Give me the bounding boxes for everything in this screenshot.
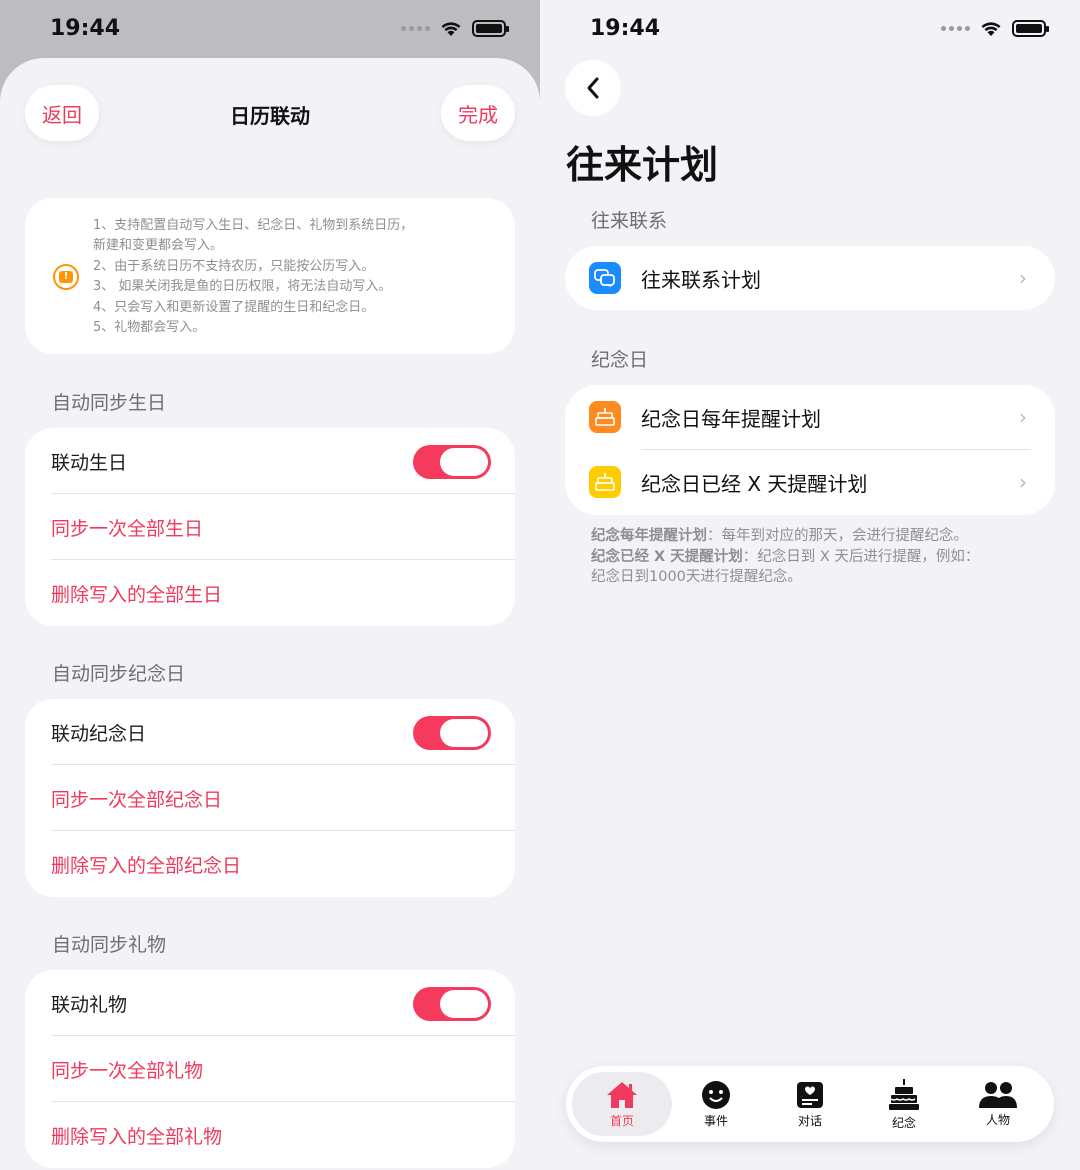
status-bar: 19:44: [0, 0, 540, 60]
note-text: ：纪念日到 X 天后进行提醒，例如：: [742, 548, 980, 565]
done-button[interactable]: 完成: [441, 85, 515, 141]
note-text: 纪念日到1000天进行提醒纪念。: [591, 569, 802, 585]
status-bar: 19:44: [540, 0, 1080, 60]
tab-events[interactable]: 事件: [666, 1072, 766, 1136]
sync-all-birthdays-button[interactable]: 同步一次全部生日: [51, 494, 489, 560]
anniversary-days-row[interactable]: 纪念日已经 X 天提醒计划 ›: [565, 450, 1055, 514]
page-title: 往来计划: [566, 143, 719, 187]
people-icon: [979, 1081, 1017, 1108]
section-header-anniversary: 纪念日: [591, 349, 649, 371]
contacts-card: 往来联系计划 ›: [565, 246, 1055, 310]
status-icons: [941, 20, 1049, 37]
status-time: 19:44: [50, 16, 121, 41]
chat-bubbles-icon: [589, 262, 621, 294]
theater-masks-icon: [702, 1080, 730, 1109]
link-anniversary-label: 联动纪念日: [51, 722, 147, 745]
anniversary-days-label: 纪念日已经 X 天提醒计划: [641, 471, 868, 496]
link-birthday-toggle[interactable]: [413, 445, 491, 479]
note-term: 纪念已经 X 天提醒计划: [591, 548, 743, 565]
gift-sync-card: 联动礼物 同步一次全部礼物 删除写入的全部礼物: [25, 970, 515, 1168]
link-gift-toggle[interactable]: [413, 987, 491, 1021]
link-gift-label: 联动礼物: [51, 993, 128, 1016]
tab-label: 首页: [609, 1113, 634, 1128]
sync-all-anniversaries-button[interactable]: 同步一次全部纪念日: [51, 765, 489, 831]
link-anniversary-toggle[interactable]: [413, 716, 491, 750]
tab-label: 事件: [703, 1113, 728, 1128]
back-button[interactable]: [565, 60, 621, 116]
section-header-birthday: 自动同步生日: [52, 392, 167, 414]
anniversary-sync-card: 联动纪念日 同步一次全部纪念日 删除写入的全部纪念日: [25, 699, 515, 897]
info-line: 2、由于系统日历不支持农历，只能按公历写入。: [93, 258, 375, 274]
anniversary-yearly-row[interactable]: 纪念日每年提醒计划 ›: [565, 385, 1055, 449]
message-card-icon: [797, 1081, 823, 1108]
delete-all-anniversaries-button[interactable]: 删除写入的全部纪念日: [51, 831, 489, 897]
note-text: ：每年到对应的那天，会进行提醒纪念。: [707, 528, 968, 544]
tab-label: 人物: [985, 1112, 1010, 1127]
info-line: 新建和变更都会写入。: [93, 238, 224, 254]
info-line: 4、只会写入和更新设置了提醒的生日和纪念日。: [93, 299, 375, 315]
tab-home[interactable]: 首页: [572, 1072, 672, 1136]
note-term: 纪念每年提醒计划: [591, 528, 707, 544]
section-header-gifts: 自动同步礼物: [52, 934, 167, 956]
tab-people[interactable]: 人物: [948, 1072, 1048, 1136]
tab-label: 对话: [797, 1113, 822, 1128]
link-birthday-label: 联动生日: [51, 451, 128, 474]
info-card: ! 1、支持配置自动写入生日、纪念日、礼物到系统日历， 新建和变更都会写入。 2…: [25, 198, 515, 354]
plans-screen: 19:44 往来计划 往来联系 往来联系计划 › 纪念日 纪念日每年提醒计划 ›: [540, 0, 1080, 1170]
anniversary-yearly-label: 纪念日每年提醒计划: [641, 406, 821, 431]
battery-icon: [472, 20, 509, 37]
status-time: 19:44: [590, 16, 661, 41]
signal-dots-icon: [401, 26, 430, 31]
sync-all-gifts-button[interactable]: 同步一次全部礼物: [51, 1036, 489, 1102]
status-icons: [401, 20, 509, 37]
chevron-left-icon: [587, 77, 599, 99]
anniversary-card: 纪念日每年提醒计划 › 纪念日已经 X 天提醒计划 ›: [565, 385, 1055, 515]
wifi-icon: [981, 21, 1001, 36]
chevron-right-icon: ›: [1019, 266, 1027, 290]
battery-icon: [1012, 20, 1049, 37]
calendar-sync-screen: 19:44 返回 日历联动 完成 ! 1、支持配置自动写入生日、纪念日、礼物到系…: [0, 0, 540, 1170]
tab-bar: 首页 事件 对话 纪念 人物: [566, 1066, 1054, 1142]
cake-icon: [589, 401, 621, 433]
section-header-contacts: 往来联系: [591, 210, 668, 232]
tab-dialogue[interactable]: 对话: [760, 1072, 860, 1136]
settings-sheet: 返回 日历联动 完成 ! 1、支持配置自动写入生日、纪念日、礼物到系统日历， 新…: [0, 58, 540, 1170]
tab-memorial[interactable]: 纪念: [854, 1072, 954, 1136]
section-header-anniversary: 自动同步纪念日: [52, 663, 186, 685]
birthday-sync-card: 联动生日 同步一次全部生日 删除写入的全部生日: [25, 428, 515, 626]
info-alert-icon: !: [53, 264, 79, 290]
delete-all-gifts-button[interactable]: 删除写入的全部礼物: [51, 1102, 489, 1168]
info-line: 3、 如果关闭我是鱼的日历权限，将无法自动写入。: [93, 279, 392, 295]
info-line: 1、支持配置自动写入生日、纪念日、礼物到系统日历，: [93, 218, 414, 233]
cake-icon: [889, 1078, 919, 1110]
info-line: 5、礼物都会写入。: [93, 320, 206, 336]
wifi-icon: [441, 21, 461, 36]
signal-dots-icon: [941, 26, 970, 31]
chevron-right-icon: ›: [1019, 470, 1027, 494]
contact-plan-row[interactable]: 往来联系计划 ›: [565, 246, 1055, 310]
contact-plan-label: 往来联系计划: [641, 267, 761, 292]
info-text: 1、支持配置自动写入生日、纪念日、礼物到系统日历， 新建和变更都会写入。 2、由…: [93, 216, 493, 338]
cake-icon: [589, 466, 621, 498]
chevron-right-icon: ›: [1019, 405, 1027, 429]
delete-all-birthdays-button[interactable]: 删除写入的全部生日: [51, 560, 489, 626]
home-icon: [607, 1081, 637, 1108]
tab-label: 纪念: [891, 1115, 916, 1130]
plan-explanation: 纪念每年提醒计划：每年到对应的那天，会进行提醒纪念。 纪念已经 X 天提醒计划：…: [591, 526, 1031, 588]
